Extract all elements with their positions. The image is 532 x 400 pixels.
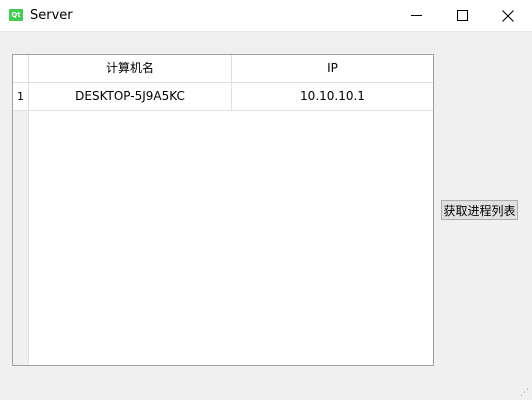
maximize-icon bbox=[456, 10, 468, 21]
table-row[interactable]: DESKTOP-5J9A5KC 10.10.10.1 bbox=[29, 83, 433, 111]
column-header-ip[interactable]: IP bbox=[232, 55, 433, 82]
close-button[interactable] bbox=[485, 0, 531, 31]
qt-logo-icon: Qt bbox=[9, 9, 23, 21]
cell-computer-name[interactable]: DESKTOP-5J9A5KC bbox=[29, 83, 232, 110]
row-header-column: 1 bbox=[13, 83, 29, 365]
title-bar-divider bbox=[0, 31, 532, 32]
maximize-button[interactable] bbox=[439, 0, 485, 31]
fetch-process-list-button[interactable]: 获取进程列表 bbox=[441, 200, 518, 220]
title-bar[interactable]: Qt Server bbox=[0, 0, 532, 31]
table-header: 计算机名 IP bbox=[29, 55, 433, 83]
resize-grip-icon[interactable]: ⋰ bbox=[520, 388, 530, 398]
close-icon bbox=[502, 9, 514, 22]
minimize-icon bbox=[410, 15, 422, 16]
client-table[interactable]: 计算机名 IP 1 DESKTOP-5J9A5KC 10.10.10.1 bbox=[12, 54, 434, 366]
window-title: Server bbox=[30, 8, 73, 23]
cell-ip[interactable]: 10.10.10.1 bbox=[232, 83, 433, 110]
table-corner-button[interactable] bbox=[13, 55, 29, 83]
column-header-computer-name[interactable]: 计算机名 bbox=[29, 55, 232, 82]
minimize-button[interactable] bbox=[393, 0, 439, 31]
row-header[interactable]: 1 bbox=[13, 83, 28, 111]
